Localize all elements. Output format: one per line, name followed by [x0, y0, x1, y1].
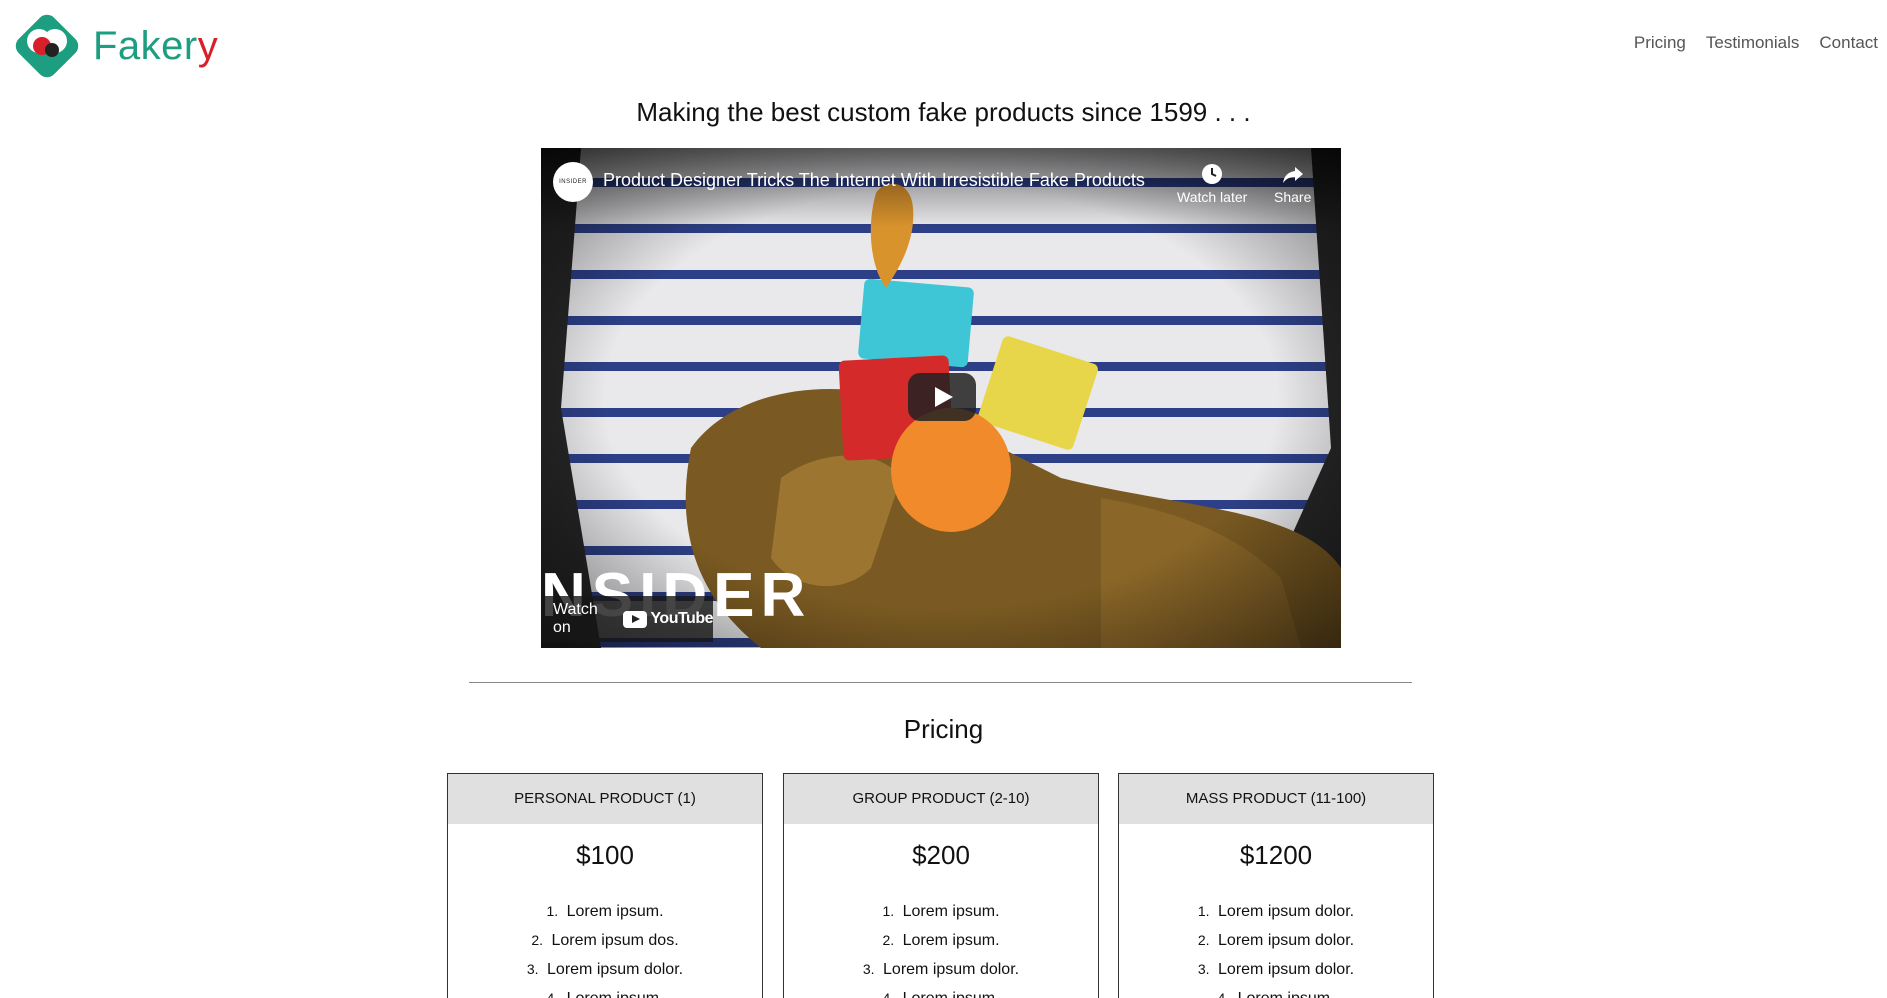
pricing-feature-list: 1. Lorem ipsum. 2. Lorem ipsum. 3. Lorem… [784, 897, 1098, 998]
pricing-card-price: $100 [576, 840, 634, 870]
list-item: 2. Lorem ipsum dolor. [1197, 932, 1355, 949]
clock-icon [1202, 164, 1223, 184]
youtube-embed[interactable]: NSIDER INSIDER Product Designer Tricks T… [541, 148, 1341, 648]
list-item: 3. Lorem ipsum dolor. [1197, 961, 1355, 978]
pricing-card-personal: PERSONAL PRODUCT (1) $100 1. Lorem ipsum… [447, 773, 763, 998]
list-item: 1. Lorem ipsum. [546, 903, 664, 920]
pricing-card-title: GROUP PRODUCT (2-10) [784, 774, 1098, 824]
watch-on-label: Watch on [553, 601, 598, 636]
site-header: Fakery Pricing Testimonials Contact [0, 0, 1887, 94]
youtube-logo-icon: YouTube [623, 610, 713, 628]
pricing-card-price: $1200 [1239, 840, 1313, 870]
list-item: 4. Lorem ipsum. [882, 990, 999, 998]
list-item: 4. Lorem ipsum. [1217, 990, 1334, 998]
pricing-feature-list: 1. Lorem ipsum. 2. Lorem ipsum dos. 3. L… [448, 897, 762, 998]
nav-pricing-link[interactable]: Pricing [1634, 33, 1686, 53]
logo-icon [9, 8, 85, 84]
list-item: 1. Lorem ipsum. [882, 903, 1000, 920]
share-button[interactable]: Share [1274, 162, 1311, 205]
list-item: 4. Lorem ipsum. [546, 990, 663, 998]
watch-later-label: Watch later [1177, 189, 1248, 205]
play-icon[interactable] [908, 373, 976, 421]
main-nav: Pricing Testimonials Contact [1634, 33, 1878, 53]
brand-logo[interactable]: Fakery [9, 8, 218, 84]
watch-later-button[interactable]: Watch later [1177, 162, 1247, 205]
pricing-card-title: MASS PRODUCT (11-100) [1119, 774, 1433, 824]
share-icon [1282, 167, 1303, 183]
list-item: 2. Lorem ipsum dos. [531, 932, 679, 949]
pricing-feature-list: 1. Lorem ipsum dolor. 2. Lorem ipsum dol… [1119, 897, 1433, 998]
list-item: 3. Lorem ipsum dolor. [526, 961, 684, 978]
pricing-card-price: $200 [912, 840, 970, 870]
pricing-card-mass: MASS PRODUCT (11-100) $1200 1. Lorem ips… [1118, 773, 1434, 998]
share-label: Share [1274, 189, 1312, 205]
pricing-card-title: PERSONAL PRODUCT (1) [448, 774, 762, 824]
page-tagline: Making the best custom fake products sin… [636, 97, 1251, 127]
list-item: 2. Lorem ipsum. [882, 932, 1000, 949]
nav-testimonials-link[interactable]: Testimonials [1706, 33, 1800, 53]
watch-on-youtube-button[interactable]: Watch on YouTube [541, 596, 713, 642]
nav-contact-link[interactable]: Contact [1819, 33, 1878, 53]
channel-avatar[interactable]: INSIDER [553, 162, 593, 202]
video-title[interactable]: Product Designer Tricks The Internet Wit… [603, 170, 1145, 191]
list-item: 1. Lorem ipsum dolor. [1197, 903, 1355, 920]
logo-text: Fakery [93, 23, 219, 68]
pricing-card-group: GROUP PRODUCT (2-10) $200 1. Lorem ipsum… [783, 773, 1099, 998]
section-divider [469, 682, 1412, 683]
list-item: 3. Lorem ipsum dolor. [862, 961, 1020, 978]
pricing-heading: Pricing [903, 714, 984, 744]
